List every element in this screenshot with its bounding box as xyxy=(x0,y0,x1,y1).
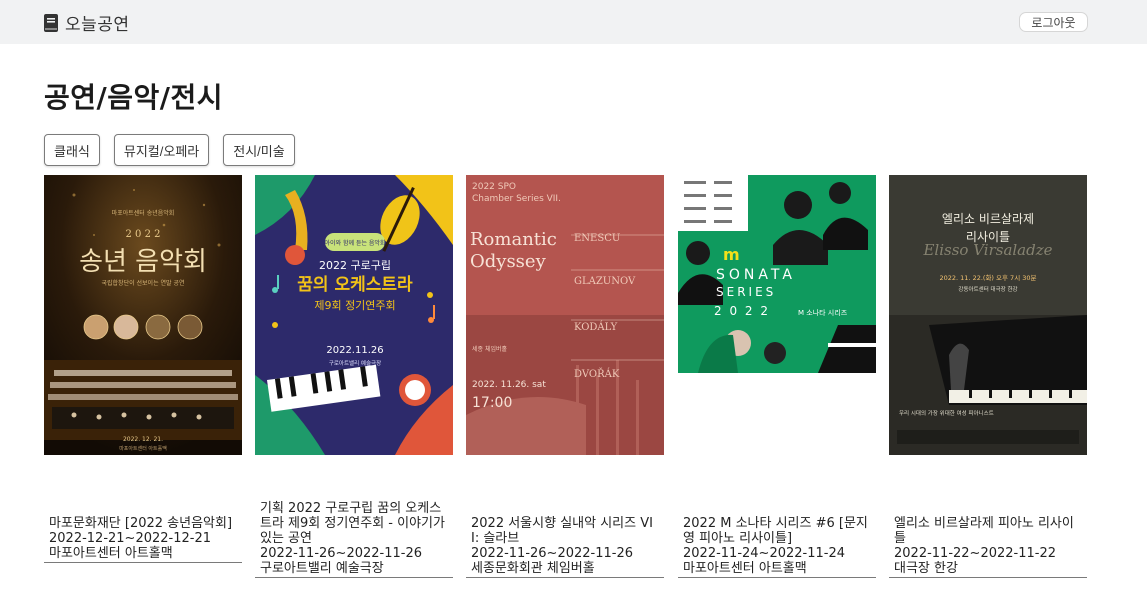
event-venue: 마포아트센터 아트홀맥 xyxy=(49,546,173,561)
event-poster[interactable]: 마포아트센터 송년음악회 2 0 2 2 송년 음악회 국립합창단이 선보이는 … xyxy=(44,175,242,455)
poster-title1: 엘리소 비르살라제 xyxy=(942,212,1034,226)
poster-title: 꿈의 오케스트라 xyxy=(297,275,413,295)
event-info[interactable]: 엘리소 비르살라제 피아노 리사이틀 2022-11-22~2022-11-22… xyxy=(889,516,1087,578)
event-poster[interactable]: 아이와 함께 듣는 음악회 2022 구로구립 꿈의 오케스트라 제9회 정기연… xyxy=(255,175,453,455)
event-dates: 2022-11-24~2022-11-24 xyxy=(683,546,845,561)
event-info[interactable]: 마포문화재단 [2022 송년음악회] 2022-12-21~2022-12-2… xyxy=(44,516,242,563)
poster-line3: 제9회 정기연주회 xyxy=(314,299,395,312)
page-title: 공연/음악/전시 xyxy=(44,81,224,114)
poster-date: 2022.11.26 xyxy=(326,345,383,356)
poster-small-caption: 마포아트센터 송년음악회 xyxy=(112,209,175,217)
category-filters: 클래식 뮤지컬/오페라 전시/미술 xyxy=(44,134,295,166)
filter-classic-button[interactable]: 클래식 xyxy=(44,134,100,166)
event-poster[interactable]: 2022 SPO Chamber Series VII. Romantic Od… xyxy=(466,175,664,455)
poster-year: 2 0 2 2 xyxy=(714,304,770,318)
event-poster[interactable]: m SONATA SERIES 2 0 2 2 M 소나타 시리즈 xyxy=(678,175,876,373)
poster-venue: 마포아트센터 아트홀맥 xyxy=(119,445,167,452)
filter-exhibition-art-button[interactable]: 전시/미술 xyxy=(223,134,295,166)
poster-year: 2 0 2 2 xyxy=(126,229,161,240)
logout-button[interactable]: 로그아웃 xyxy=(1019,12,1088,32)
event-title: 마포문화재단 [2022 송년음악회] xyxy=(49,516,233,531)
poster-composer1: ENESCU xyxy=(574,233,620,244)
poster-hall: 세종 체임버홀 xyxy=(472,345,508,353)
event-venue: 대극장 한강 xyxy=(894,561,958,576)
poster-date: 2022. 11. 22.(화) 오후 7시 30분 xyxy=(940,274,1037,282)
poster-composer2: GLAZUNOV xyxy=(574,276,636,287)
event-info[interactable]: 2022 M 소나타 시리즈 #6 [문지영 피아노 리사이틀] 2022-11… xyxy=(678,516,876,578)
poster-quote: 우리 시대의 가장 위대한 여성 피아니스트 xyxy=(899,409,994,417)
event-title: 엘리소 비르살라제 피아노 리사이틀 xyxy=(894,516,1074,546)
brand-name: 오늘공연 xyxy=(65,15,130,35)
poster-subtitle: 국립합창단이 선보이는 연말 공연 xyxy=(101,279,184,287)
poster-venue: 강동아트센터 대극장 한강 xyxy=(958,285,1017,293)
poster-m-mark: m xyxy=(723,245,740,264)
poster-date: 2022. 12. 21. xyxy=(123,436,163,443)
poster-label: M 소나타 시리즈 xyxy=(798,308,848,317)
poster-date: 2022. 11.26. sat xyxy=(472,380,546,390)
brand-link[interactable]: 오늘공연 xyxy=(44,10,130,35)
event-venue: 세종문화회관 체임버홀 xyxy=(471,561,595,576)
event-poster[interactable]: 엘리소 비르살라제 리사이틀 Elisso Virsaladze 2022. 1… xyxy=(889,175,1087,455)
poster-title1: Romantic xyxy=(470,229,557,250)
event-venue: 마포아트센터 아트홀맥 xyxy=(683,561,807,576)
poster-composer4: DVOŘÁK xyxy=(574,368,620,380)
poster-title: SONATA xyxy=(716,267,796,283)
poster-series: 2022 SPO xyxy=(472,182,516,192)
event-dates: 2022-11-22~2022-11-22 xyxy=(894,546,1056,561)
event-title: 2022 M 소나타 시리즈 #6 [문지영 피아노 리사이틀] xyxy=(683,516,868,546)
event-info[interactable]: 기획 2022 구로구립 꿈의 오케스트라 제9회 정기연주회 - 이야기가 있… xyxy=(255,501,453,578)
poster-script: Elisso Virsaladze xyxy=(922,241,1052,259)
poster-series2: Chamber Series VII. xyxy=(472,194,561,204)
event-venue: 구로아트밸리 예술극장 xyxy=(260,561,384,576)
poster-time: 17:00 xyxy=(472,395,512,411)
event-dates: 2022-11-26~2022-11-26 xyxy=(260,546,422,561)
event-title: 2022 서울시향 실내악 시리즈 VII: 슬라브 xyxy=(471,516,653,546)
event-title: 기획 2022 구로구립 꿈의 오케스트라 제9회 정기연주회 - 이야기가 있… xyxy=(260,501,445,546)
event-info[interactable]: 2022 서울시향 실내악 시리즈 VII: 슬라브 2022-11-26~20… xyxy=(466,516,664,578)
poster-tagline: 아이와 함께 듣는 음악회 xyxy=(325,239,386,247)
event-dates: 2022-11-26~2022-11-26 xyxy=(471,546,633,561)
poster-title: 송년 음악회 xyxy=(79,247,207,277)
poster-composer3: KODÁLY xyxy=(574,321,618,333)
poster-title2: Odyssey xyxy=(470,251,547,272)
poster-series: SERIES xyxy=(716,285,776,299)
poster-line1: 2022 구로구립 xyxy=(319,259,391,272)
event-dates: 2022-12-21~2022-12-21 xyxy=(49,531,211,546)
filter-musical-opera-button[interactable]: 뮤지컬/오페라 xyxy=(113,134,210,166)
top-navbar: 오늘공연 로그아웃 xyxy=(0,0,1147,44)
book-icon xyxy=(44,13,58,32)
